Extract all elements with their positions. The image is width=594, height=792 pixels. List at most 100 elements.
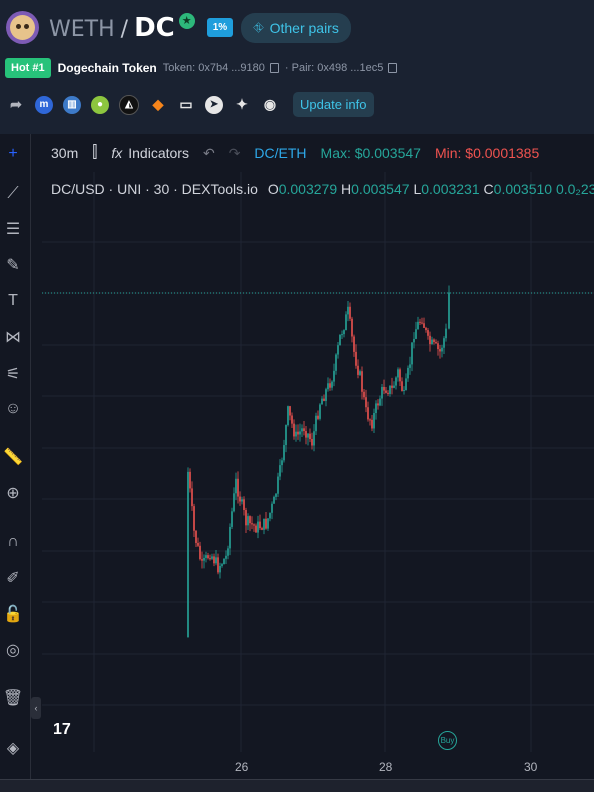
- price-chart[interactable]: [42, 172, 594, 752]
- candle-body: [197, 542, 199, 546]
- candle-body: [401, 381, 403, 391]
- candle-body: [333, 370, 335, 382]
- ohlc-legend: DC/USD · UNI · 30 · DEXTools.io O0.00327…: [51, 181, 594, 197]
- candle-body: [267, 518, 269, 529]
- emoji-icon[interactable]: ☺: [1, 398, 25, 420]
- hot-badge[interactable]: Hot #1: [5, 58, 51, 78]
- legend-high: 0.003547: [351, 181, 410, 197]
- candle-body: [315, 415, 317, 432]
- fib-lines-icon[interactable]: ☰: [1, 218, 25, 240]
- candle-body: [233, 493, 235, 512]
- candle-body: [313, 431, 315, 446]
- update-info-button[interactable]: Update info: [293, 92, 374, 117]
- legend-close-key: C: [483, 181, 494, 197]
- telegram-icon[interactable]: ➤: [205, 95, 223, 114]
- candle-body: [311, 439, 313, 446]
- pair-switch-button[interactable]: DC/ETH: [254, 145, 306, 161]
- buy-marker[interactable]: Buy: [438, 731, 457, 750]
- eye-icon[interactable]: ◎: [1, 639, 25, 661]
- quote-symbol: DC: [134, 12, 175, 43]
- website-icon[interactable]: ▭: [177, 96, 195, 114]
- candle-body: [319, 404, 321, 419]
- token-address: Token: 0x7b4 ...9180: [162, 62, 265, 74]
- candle-body: [191, 488, 193, 507]
- candle-body: [431, 339, 433, 345]
- discord-icon[interactable]: ◉: [261, 96, 279, 114]
- copy-pair-icon[interactable]: [388, 63, 398, 73]
- candles-type-icon[interactable]: ⫿: [92, 144, 97, 162]
- candle-body: [221, 564, 223, 566]
- legend-open-key: O: [267, 181, 279, 197]
- candle-body: [347, 306, 349, 315]
- candle-body: [335, 354, 337, 371]
- favorite-star-icon[interactable]: ★: [178, 12, 195, 29]
- candle-body: [193, 506, 195, 531]
- candle-body: [253, 524, 255, 526]
- chart-site-icon[interactable]: ▥: [63, 95, 81, 114]
- candle-body: [213, 556, 215, 564]
- horizontal-scrollbar[interactable]: [0, 779, 594, 792]
- candle-body: [295, 431, 297, 437]
- trash-icon[interactable]: 🗑: [1, 687, 25, 709]
- legend-open: 0.003279: [278, 181, 338, 197]
- magnet-icon[interactable]: ∩: [1, 531, 25, 553]
- candle-body: [349, 306, 351, 319]
- undo-icon[interactable]: ↶: [203, 145, 215, 162]
- layers-icon[interactable]: ◈: [1, 737, 25, 759]
- candle-body: [331, 381, 333, 388]
- interval-selector[interactable]: 30m: [51, 145, 78, 161]
- fx-icon[interactable]: fx: [111, 145, 122, 161]
- candle-body: [243, 499, 245, 511]
- crosshair-icon[interactable]: +: [1, 143, 25, 165]
- token-name: Dogechain Token: [57, 61, 157, 75]
- candle-body: [317, 415, 319, 419]
- measure-icon[interactable]: ⚟: [1, 363, 25, 385]
- share-icon[interactable]: ➦: [7, 96, 25, 114]
- token-info-row: Hot #1 Dogechain Token Token: 0x7b4 ...9…: [5, 58, 398, 78]
- dextools-icon[interactable]: ◭: [119, 94, 139, 115]
- candle-body: [448, 292, 450, 329]
- ruler-icon[interactable]: 📏: [1, 446, 25, 468]
- candle-body: [287, 406, 289, 426]
- candle-body: [281, 460, 283, 466]
- tradingview-logo[interactable]: 17: [53, 721, 71, 739]
- other-pairs-button[interactable]: ⛗ Other pairs: [241, 12, 351, 43]
- candle-body: [419, 321, 421, 323]
- legend-high-key: H: [341, 181, 352, 197]
- candle-body: [361, 371, 363, 392]
- legend-symbol: DC/USD · UNI · 30 · DEXTools.io: [51, 181, 258, 197]
- candle-body: [389, 385, 391, 394]
- candle-body: [223, 558, 225, 565]
- coingecko-icon[interactable]: ●: [91, 95, 109, 114]
- trendline-icon[interactable]: ⟋: [1, 183, 25, 205]
- candle-body: [297, 431, 299, 435]
- candle-body: [263, 518, 265, 530]
- candle-body: [241, 499, 243, 502]
- indicators-button[interactable]: Indicators: [128, 145, 189, 161]
- redo-icon[interactable]: ↷: [229, 145, 241, 162]
- social-links-row: ➦ m ▥ ● ◭ ◆ ▭ ➤ ✦ ◉ Update info: [7, 92, 374, 117]
- brush-icon[interactable]: ✎: [1, 254, 25, 276]
- unlock-icon[interactable]: 🔓: [1, 603, 25, 625]
- candle-body: [299, 431, 301, 435]
- pattern-icon[interactable]: ⋈: [1, 326, 25, 348]
- candles: [187, 285, 450, 638]
- legend-close: 0.003510: [493, 181, 553, 197]
- copy-token-icon[interactable]: [269, 63, 279, 73]
- candle-body: [229, 526, 231, 549]
- candle-body: [257, 521, 259, 533]
- candle-body: [245, 510, 247, 526]
- coinmarketcap-icon[interactable]: m: [35, 95, 53, 114]
- zoom-in-icon[interactable]: ⊕: [1, 482, 25, 504]
- pair-address: · Pair: 0x498 ...1ec5: [284, 62, 384, 74]
- metamask-icon[interactable]: ◆: [149, 96, 167, 114]
- twitter-icon[interactable]: ✦: [233, 96, 251, 114]
- lock-drawings-icon[interactable]: ✐: [1, 567, 25, 589]
- max-price: Max: $0.003547: [320, 145, 421, 161]
- collapse-toolbar-button[interactable]: ‹: [31, 697, 41, 719]
- min-price: Min: $0.0001385: [434, 145, 540, 161]
- candle-body: [365, 397, 367, 408]
- text-tool-icon[interactable]: T: [1, 290, 25, 312]
- candle-body: [391, 385, 393, 388]
- candle-body: [429, 335, 431, 345]
